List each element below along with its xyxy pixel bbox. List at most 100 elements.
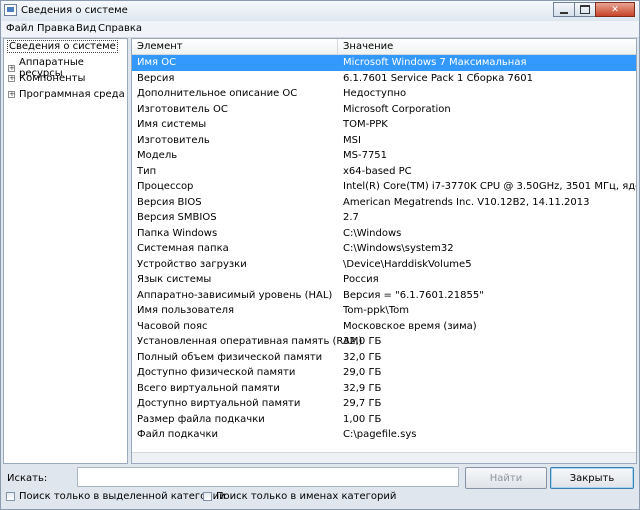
row-item-name: Имя системы bbox=[137, 119, 207, 130]
table-row[interactable]: Полный объем физической памяти 32,0 ГБ bbox=[132, 350, 636, 366]
table-row[interactable]: Файл подкачки C:\pagefile.sys bbox=[132, 427, 636, 443]
row-item-value: Московское время (зима) bbox=[343, 320, 477, 332]
table-row[interactable]: Тип x64-based PC bbox=[132, 164, 636, 180]
row-item-name: Аппаратно-зависимый уровень (HAL) bbox=[137, 289, 333, 301]
row-item-name: Установленная оперативная память (RAM) bbox=[137, 336, 363, 347]
column-header-item[interactable]: Элемент bbox=[137, 41, 183, 52]
row-item-name: Процессор bbox=[137, 181, 194, 192]
table-row[interactable]: Имя ОС Microsoft Windows 7 Максимальная bbox=[132, 55, 636, 71]
menu-edit[interactable]: Правка bbox=[37, 23, 75, 34]
menu-file[interactable]: Файл bbox=[6, 23, 34, 34]
row-item-name: Системная папка bbox=[137, 243, 229, 254]
tree-item-components[interactable]: + Компоненты bbox=[8, 73, 85, 84]
table-row[interactable]: Имя системы TOM-PPK bbox=[132, 117, 636, 133]
row-item-value: American Megatrends Inc. V10.12B2, 14.11… bbox=[343, 196, 590, 208]
table-row[interactable]: Версия BIOS American Megatrends Inc. V10.… bbox=[132, 195, 636, 211]
row-item-value: Microsoft Corporation bbox=[343, 103, 451, 115]
row-item-name: Файл подкачки bbox=[137, 429, 218, 440]
row-item-name: Версия bbox=[137, 72, 175, 84]
row-item-value: \Device\HarddiskVolume5 bbox=[343, 258, 472, 270]
row-item-name: Тип bbox=[137, 165, 157, 177]
table-row[interactable]: Версия SMBIOS 2.7 bbox=[132, 210, 636, 226]
tree-item-label: Программная среда bbox=[19, 89, 125, 100]
table-row[interactable]: Аппаратно-зависимый уровень (HAL) Версия … bbox=[132, 288, 636, 304]
category-tree: Сведения о системе + Аппаратные ресурсы … bbox=[3, 38, 128, 464]
row-item-value: Tom-ppk\Tom bbox=[343, 305, 410, 316]
table-body: Имя ОС Microsoft Windows 7 Максимальная Ве… bbox=[132, 55, 636, 443]
table-row[interactable]: Устройство загрузки \Device\HarddiskVolum… bbox=[132, 257, 636, 273]
table-row[interactable]: Модель MS-7751 bbox=[132, 148, 636, 164]
row-item-value: 32,9 ГБ bbox=[343, 382, 382, 394]
table-row[interactable]: Доступно виртуальной памяти 29,7 ГБ bbox=[132, 396, 636, 412]
search-category-names-checkbox[interactable] bbox=[203, 492, 212, 501]
table-row[interactable]: Размер файла подкачки 1,00 ГБ bbox=[132, 412, 636, 428]
row-item-name: Доступно физической памяти bbox=[137, 367, 296, 378]
expand-icon[interactable]: + bbox=[8, 91, 15, 98]
window-title: Сведения о системе bbox=[21, 5, 128, 16]
row-item-value: x64-based PC bbox=[343, 165, 412, 177]
close-button[interactable]: Закрыть bbox=[550, 467, 634, 489]
table-row[interactable]: Всего виртуальной памяти 32,9 ГБ bbox=[132, 381, 636, 397]
row-item-value: 32,0 ГБ bbox=[343, 336, 382, 347]
minimize-button[interactable] bbox=[553, 2, 575, 17]
row-item-value: C:\Windows bbox=[343, 227, 402, 239]
table-row[interactable]: Установленная оперативная память (RAM) 32… bbox=[132, 334, 636, 350]
title-bar[interactable]: Сведения о системе ✕ bbox=[1, 1, 639, 21]
table-row[interactable]: Процессор Intel(R) Core(TM) i7-3770K CPU … bbox=[132, 179, 636, 195]
row-item-name: Устройство загрузки bbox=[137, 258, 247, 270]
row-item-value: TOM-PPK bbox=[343, 119, 388, 130]
search-selected-category-option[interactable]: Поиск только в выделенной категории bbox=[6, 491, 226, 502]
row-item-name: Модель bbox=[137, 150, 178, 161]
tree-item-system-summary[interactable]: Сведения о системе bbox=[7, 40, 118, 53]
column-divider[interactable] bbox=[337, 39, 338, 54]
table-row[interactable]: Имя пользователя Tom-ppk\Tom bbox=[132, 303, 636, 319]
row-item-name: Дополнительное описание ОС bbox=[137, 88, 298, 99]
table-row[interactable]: Изготовитель MSI bbox=[132, 133, 636, 149]
window-controls: ✕ bbox=[553, 2, 635, 18]
row-item-name: Часовой пояс bbox=[137, 320, 208, 332]
row-item-name: Имя ОС bbox=[137, 57, 177, 68]
row-item-name: Имя пользователя bbox=[137, 305, 235, 316]
row-item-value: Версия = "6.1.7601.21855" bbox=[343, 289, 484, 301]
find-button[interactable]: Найти bbox=[465, 467, 547, 489]
search-label: Искать: bbox=[7, 473, 48, 484]
row-item-name: Полный объем физической памяти bbox=[137, 351, 323, 363]
close-icon: ✕ bbox=[611, 4, 619, 15]
row-item-value: Недоступно bbox=[343, 88, 407, 99]
row-item-value: 2.7 bbox=[343, 212, 359, 223]
row-item-value: Intel(R) Core(TM) i7-3770K CPU @ 3.50GHz… bbox=[343, 181, 636, 192]
menu-help[interactable]: Справка bbox=[98, 23, 142, 34]
row-item-name: Изготовитель ОС bbox=[137, 103, 228, 115]
expand-icon[interactable]: + bbox=[8, 64, 15, 72]
row-item-value: 1,00 ГБ bbox=[343, 413, 382, 425]
system-info-app-icon bbox=[4, 4, 17, 16]
tree-item-label: Компоненты bbox=[19, 73, 86, 84]
row-item-value: 29,7 ГБ bbox=[343, 398, 382, 409]
row-item-value: Microsoft Windows 7 Максимальная bbox=[343, 57, 527, 68]
table-row[interactable]: Дополнительное описание ОС Недоступно bbox=[132, 86, 636, 102]
column-header-value[interactable]: Значение bbox=[343, 41, 393, 52]
row-item-value: C:\Windows\system32 bbox=[343, 243, 454, 254]
table-row[interactable]: Изготовитель ОС Microsoft Corporation bbox=[132, 102, 636, 118]
table-row[interactable]: Системная папка C:\Windows\system32 bbox=[132, 241, 636, 257]
row-item-value: C:\pagefile.sys bbox=[343, 429, 417, 440]
expand-icon[interactable]: + bbox=[8, 75, 15, 82]
row-item-name: Версия BIOS bbox=[137, 196, 202, 208]
close-window-button[interactable]: ✕ bbox=[595, 2, 635, 17]
table-header: Элемент Значение bbox=[132, 39, 636, 55]
maximize-button[interactable] bbox=[574, 2, 596, 17]
system-info-window: Сведения о системе ✕ Файл Правка Вид Спр… bbox=[0, 0, 640, 510]
table-row[interactable]: Версия 6.1.7601 Service Pack 1 Сборка 760… bbox=[132, 71, 636, 87]
search-category-names-option[interactable]: Поиск только в именах категорий bbox=[203, 491, 396, 502]
horizontal-scrollbar[interactable] bbox=[132, 452, 636, 463]
search-input[interactable] bbox=[77, 467, 459, 487]
row-item-value: MS-7751 bbox=[343, 150, 388, 161]
search-selected-category-checkbox[interactable] bbox=[6, 492, 15, 501]
table-row[interactable]: Папка Windows C:\Windows bbox=[132, 226, 636, 242]
checkbox-label: Поиск только в именах категорий bbox=[216, 491, 397, 502]
tree-item-software-environment[interactable]: + Программная среда bbox=[8, 89, 125, 100]
menu-view[interactable]: Вид bbox=[76, 23, 96, 34]
table-row[interactable]: Часовой пояс Московское время (зима) bbox=[132, 319, 636, 335]
table-row[interactable]: Язык системы Россия bbox=[132, 272, 636, 288]
table-row[interactable]: Доступно физической памяти 29,0 ГБ bbox=[132, 365, 636, 381]
